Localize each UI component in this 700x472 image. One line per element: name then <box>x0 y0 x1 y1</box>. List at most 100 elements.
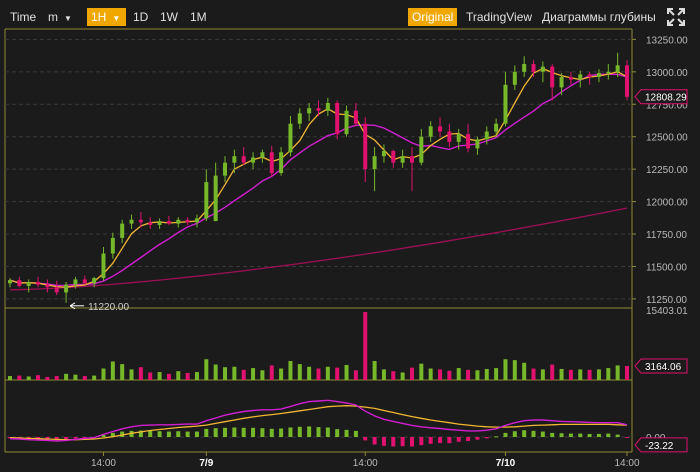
candle-body <box>391 150 396 163</box>
macd-histogram-bar <box>484 437 489 439</box>
macd-histogram-bar <box>475 437 480 440</box>
macd-histogram-bar <box>400 437 405 447</box>
macd-histogram-bar <box>194 431 199 437</box>
x-tick-label: 14:00 <box>91 458 116 469</box>
macd-histogram-bar <box>522 430 527 437</box>
candle-body <box>625 65 629 97</box>
volume-bar <box>279 368 284 380</box>
x-tick-label: 7/10 <box>496 458 516 469</box>
volume-bar <box>297 364 302 380</box>
volume-bar <box>400 372 405 380</box>
candle-body <box>475 139 480 149</box>
macd-histogram-bar <box>606 433 611 437</box>
macd-histogram-bar <box>297 426 302 437</box>
macd-histogram-bar <box>587 433 592 437</box>
candle-body <box>45 284 50 288</box>
candle-body <box>269 152 274 174</box>
macd-histogram-bar <box>625 437 629 439</box>
price-chart[interactable]: 13250.0013000.0012750.0012500.0012250.00… <box>0 0 700 472</box>
low-price-label: 11220.00 <box>88 302 129 313</box>
candle-body <box>82 279 87 284</box>
volume-bar <box>484 368 489 380</box>
volume-bar <box>419 363 424 380</box>
candle-body <box>503 84 508 124</box>
macd-histogram-bar <box>166 431 171 437</box>
macd-histogram-bar <box>531 430 536 437</box>
macd-histogram-bar <box>578 433 583 437</box>
macd-histogram-bar <box>559 433 564 437</box>
volume-bar <box>531 368 536 380</box>
volume-bar <box>194 372 199 380</box>
candle-body <box>606 71 611 74</box>
volume-bar <box>494 368 499 380</box>
volume-bar <box>550 364 555 380</box>
volume-bar <box>232 366 237 380</box>
candle-body <box>64 284 69 293</box>
candle-body <box>17 280 22 286</box>
candle-body <box>400 156 405 163</box>
volume-bar <box>503 359 508 380</box>
macd-histogram-bar <box>568 433 573 437</box>
price-tick-label: 11500.00 <box>646 262 687 273</box>
candle-body <box>540 66 545 72</box>
current-volume-tag: 3164.06 <box>645 362 682 373</box>
chart-frame <box>4 28 633 453</box>
candle-body <box>428 126 433 137</box>
candle-body <box>73 279 78 285</box>
candle-body <box>550 66 555 88</box>
volume-bar <box>540 369 545 380</box>
macd-histogram-bar <box>288 427 293 437</box>
macd-histogram-bar <box>438 437 443 444</box>
candle-body <box>512 71 517 85</box>
candle-body <box>204 182 209 219</box>
candle-body <box>456 134 461 142</box>
candle-body <box>466 134 471 149</box>
volume-bar <box>316 368 321 380</box>
macd-histogram-bar <box>307 426 312 437</box>
macd-histogram-bar <box>466 437 471 442</box>
candle-body <box>129 219 134 224</box>
volume-bar <box>73 374 78 380</box>
volume-bar <box>204 359 209 380</box>
volume-bar <box>251 368 256 380</box>
volume-bar <box>578 369 583 380</box>
candle-body <box>316 108 321 111</box>
volume-bar <box>269 365 274 380</box>
volume-bar <box>391 371 396 380</box>
candle-body <box>615 65 620 72</box>
candle-body <box>185 219 190 223</box>
macd-histogram-bar <box>550 432 555 437</box>
volume-bar <box>157 372 162 380</box>
macd-histogram-bar <box>213 428 218 437</box>
macd-histogram-bar <box>512 431 517 437</box>
candle-body <box>344 110 349 135</box>
candle-body <box>120 223 125 238</box>
macd-histogram-bar <box>232 427 237 437</box>
volume-bar <box>325 366 330 380</box>
macd-histogram-bar <box>596 433 601 437</box>
volume-bar <box>559 368 564 380</box>
macd-histogram-bar <box>148 430 153 437</box>
candle-body <box>223 162 228 176</box>
volume-bar <box>110 361 115 380</box>
volume-bar <box>82 376 87 380</box>
volume-bar <box>363 312 368 380</box>
macd-histogram-bar <box>363 437 368 441</box>
macd-histogram-bar <box>344 429 349 437</box>
candle-body <box>587 74 592 78</box>
macd-histogram-bar <box>456 437 461 442</box>
volume-bar <box>26 376 31 380</box>
macd-histogram-bar <box>615 434 620 437</box>
volume-max-label: 15403.01 <box>646 306 688 317</box>
candle-body <box>251 157 256 163</box>
volume-bar <box>466 369 471 380</box>
macd-histogram-bar <box>335 429 340 437</box>
macd-histogram-bar <box>223 427 228 437</box>
candle-body <box>363 123 368 170</box>
candle-body <box>92 278 97 284</box>
volume-bar <box>92 375 97 380</box>
candle-body <box>297 113 302 124</box>
volume-bar <box>409 367 414 380</box>
macd-histogram-bar <box>419 437 424 446</box>
macd-histogram-bar <box>447 437 452 444</box>
